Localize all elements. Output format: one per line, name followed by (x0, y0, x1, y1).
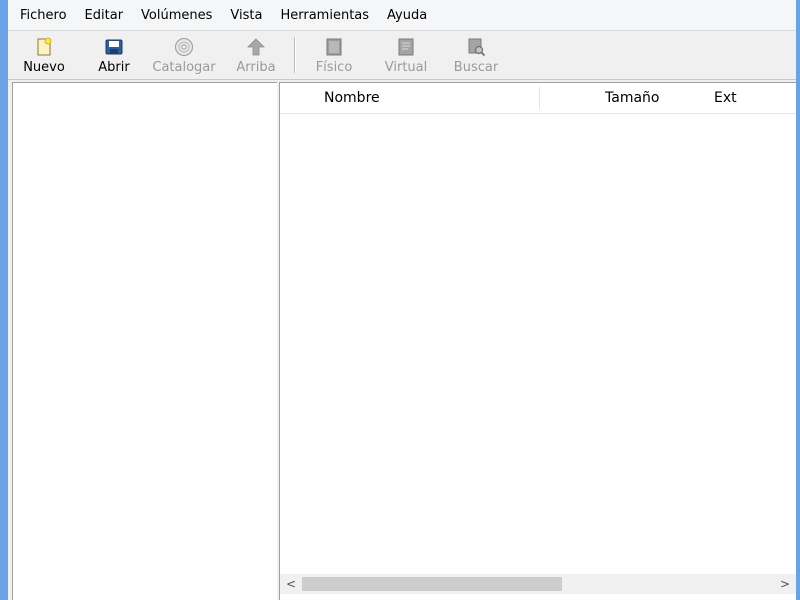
catalogar-label: Catalogar (152, 60, 216, 75)
abrir-button[interactable]: Abrir (94, 34, 134, 76)
menu-herramientas[interactable]: Herramientas (271, 0, 378, 30)
menu-ayuda[interactable]: Ayuda (378, 0, 436, 30)
fisico-label: Físico (315, 60, 353, 75)
nuevo-label: Nuevo (23, 60, 65, 75)
toolbar: Nuevo Abrir Catalogar Arriba Físico Virt… (8, 30, 796, 80)
up-arrow-icon (247, 38, 265, 56)
physical-view-icon (326, 38, 342, 56)
new-file-icon (37, 37, 52, 56)
abrir-label: Abrir (98, 60, 130, 75)
horizontal-scrollbar[interactable]: < > (280, 574, 796, 594)
column-header-ext[interactable]: Ext (714, 83, 737, 113)
arriba-label: Arriba (236, 60, 276, 75)
menu-editar[interactable]: Editar (76, 0, 133, 30)
menu-vista[interactable]: Vista (221, 0, 271, 30)
virtual-label: Virtual (384, 60, 428, 75)
scrollbar-thumb[interactable] (302, 577, 562, 591)
column-divider[interactable] (539, 87, 540, 109)
column-header-nombre[interactable]: Nombre (324, 83, 380, 113)
fisico-button[interactable]: Físico (312, 34, 356, 76)
disc-icon (175, 38, 193, 56)
scroll-right-arrow-icon[interactable]: > (776, 574, 794, 594)
column-header-tamano[interactable]: Tamaño (605, 83, 659, 113)
catalogar-button[interactable]: Catalogar (152, 34, 216, 76)
file-list-pane[interactable]: Nombre Tamaño Ext < > (279, 82, 796, 600)
menu-fichero[interactable]: Fichero (8, 0, 76, 30)
scroll-left-arrow-icon[interactable]: < (282, 574, 300, 594)
file-list-header: Nombre Tamaño Ext (280, 83, 796, 114)
buscar-label: Buscar (453, 60, 499, 75)
virtual-view-icon (398, 38, 414, 56)
app-window: Fichero Editar Volúmenes Vista Herramien… (8, 0, 796, 600)
arriba-button[interactable]: Arriba (234, 34, 278, 76)
nuevo-button[interactable]: Nuevo (22, 34, 66, 76)
open-disk-icon (105, 39, 123, 55)
volume-tree-pane[interactable] (12, 82, 278, 600)
menu-volumenes[interactable]: Volúmenes (132, 0, 221, 30)
search-icon (468, 38, 486, 57)
buscar-button[interactable]: Buscar (452, 34, 500, 76)
menu-bar: Fichero Editar Volúmenes Vista Herramien… (8, 0, 796, 30)
toolbar-separator (294, 37, 296, 73)
virtual-button[interactable]: Virtual (382, 34, 430, 76)
